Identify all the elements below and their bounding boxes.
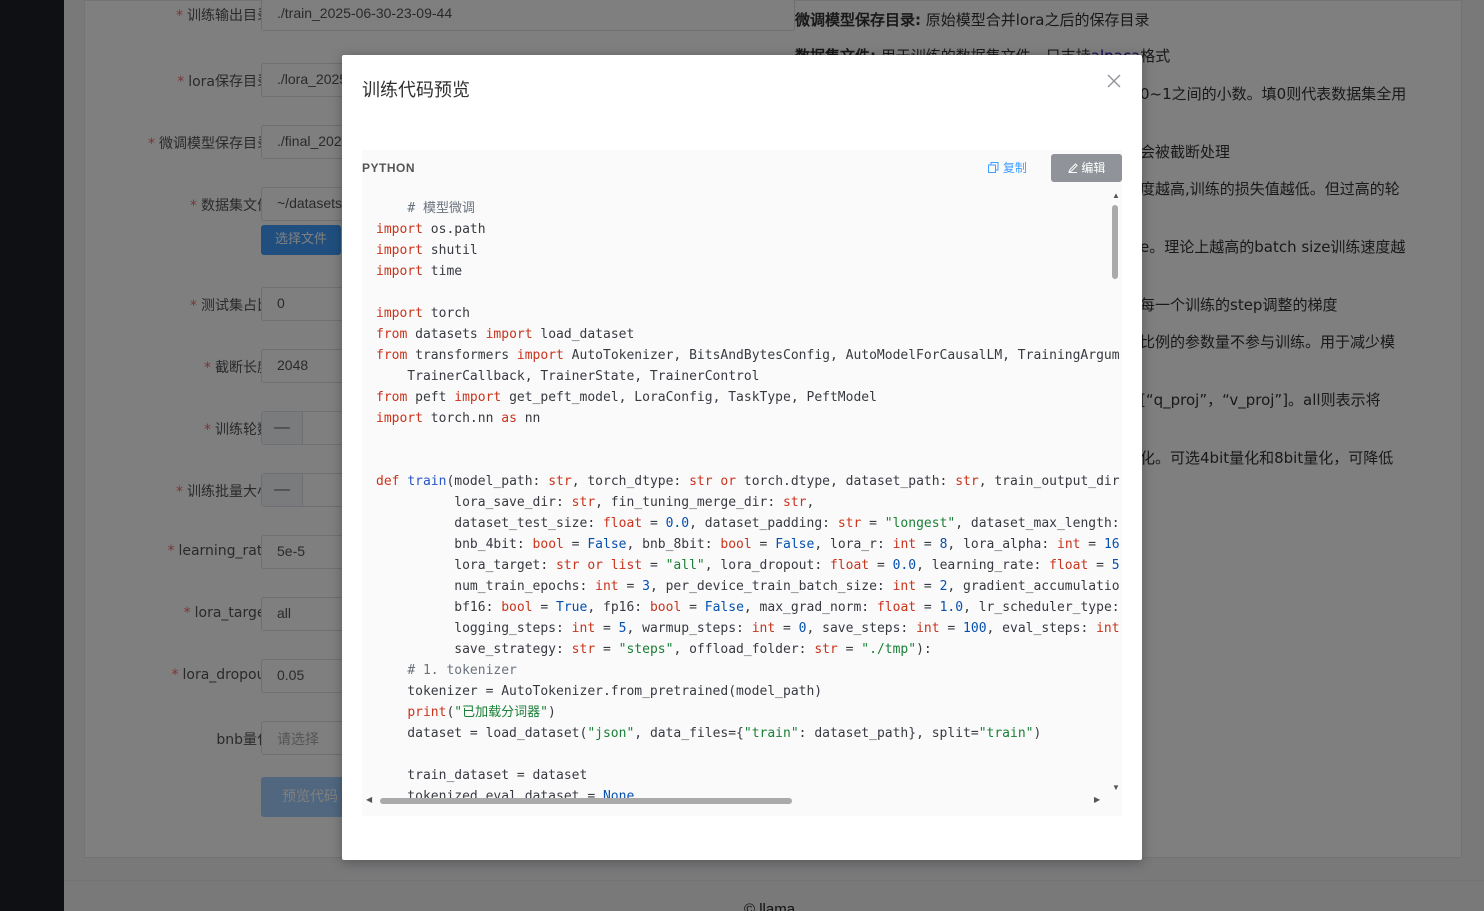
code-line: bnb_4bit: bool = False, bnb_8bit: bool =… <box>376 537 1120 552</box>
code-line: import torch.nn as nn <box>376 411 541 426</box>
scroll-down-icon[interactable]: ▼ <box>1112 783 1120 792</box>
scroll-up-icon[interactable]: ▲ <box>1112 191 1120 200</box>
code-line: save_strategy: str = "steps", offload_fo… <box>376 642 932 657</box>
code-scroll-area[interactable]: # 模型微调 import os.path import shutil import … <box>362 191 1122 804</box>
dialog-title: 训练代码预览 <box>362 80 470 101</box>
horizontal-scroll-thumb[interactable] <box>380 798 792 804</box>
code-block: PYTHON 复制 编辑 # 模型微调 import os.path import … <box>362 150 1122 816</box>
code-line: tokenizer = AutoTokenizer.from_pretraine… <box>376 684 823 699</box>
edit-icon <box>1067 161 1078 175</box>
code-line: from peft import get_peft_model, LoraCon… <box>376 390 877 405</box>
code-line: lora_save_dir: str, fin_tuning_merge_dir… <box>376 495 815 510</box>
code-line: bf16: bool = True, fp16: bool = False, m… <box>376 600 1120 615</box>
code-line: print("已加载分词器") <box>407 705 556 720</box>
scroll-left-icon[interactable]: ◀ <box>366 795 372 804</box>
code-content: # 模型微调 import os.path import shutil import … <box>376 198 1120 804</box>
code-line: import torch <box>376 306 470 321</box>
code-line: TrainerCallback, TrainerState, TrainerCo… <box>376 369 760 384</box>
code-line: dataset_test_size: float = 0.0, dataset_… <box>376 516 1120 531</box>
scroll-right-icon[interactable]: ▶ <box>1094 795 1100 804</box>
code-line: from transformers import AutoTokenizer, … <box>376 348 1120 363</box>
code-line: dataset = load_dataset("json", data_file… <box>376 726 1042 741</box>
code-line: import os.path <box>376 222 486 237</box>
edit-button[interactable]: 编辑 <box>1051 154 1122 182</box>
code-line: lora_target: str or list = "all", lora_d… <box>376 558 1120 573</box>
copy-label: 复制 <box>1002 161 1027 175</box>
vertical-scroll-thumb[interactable] <box>1112 205 1118 279</box>
code-line: num_train_epochs: int = 3, per_device_tr… <box>376 579 1120 594</box>
edit-label: 编辑 <box>1081 161 1106 175</box>
code-line: # 1. tokenizer <box>407 663 517 678</box>
horizontal-scrollbar[interactable]: ◀ ▶ <box>362 795 1110 804</box>
vertical-scrollbar[interactable]: ▲ ▼ <box>1110 191 1122 792</box>
code-line: import shutil <box>376 243 478 258</box>
code-line: def train(model_path: str, torch_dtype: … <box>376 474 1120 489</box>
copy-button[interactable]: 复制 <box>988 159 1027 176</box>
code-line: logging_steps: int = 5, warmup_steps: in… <box>376 621 1120 636</box>
code-line: train_dataset = dataset <box>376 768 588 783</box>
code-line: import time <box>376 264 463 279</box>
code-preview-dialog: 训练代码预览 PYTHON 复制 编辑 # 模型微调 import os.path… <box>342 55 1142 860</box>
code-line: from datasets import load_dataset <box>376 327 635 342</box>
code-line: # 模型微调 <box>407 201 475 216</box>
copy-icon <box>988 161 999 175</box>
code-language-label: PYTHON <box>362 161 416 175</box>
close-icon[interactable] <box>1104 71 1124 91</box>
